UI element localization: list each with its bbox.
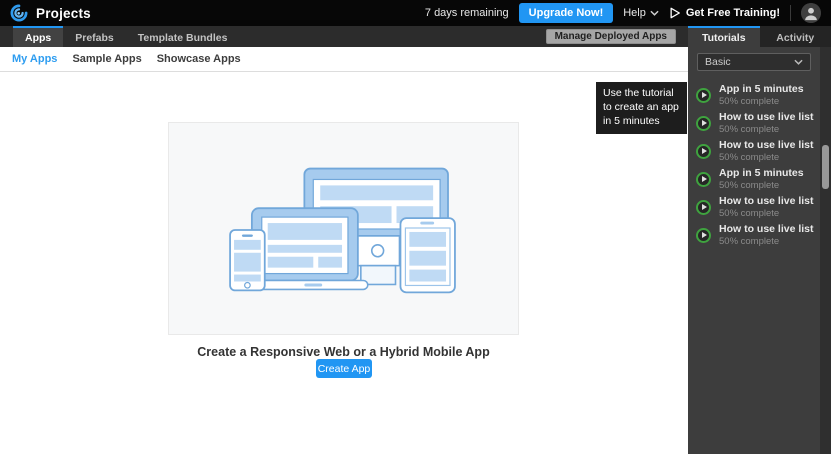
play-icon[interactable] — [696, 116, 711, 131]
topbar-right-group: 7 days remaining Upgrade Now! Help Get F… — [425, 3, 823, 23]
page-title: Projects — [36, 6, 91, 21]
app-screen: Projects 7 days remaining Upgrade Now! H… — [0, 0, 831, 454]
tab-tutorials[interactable]: Tutorials — [688, 26, 760, 47]
subnav-my-apps[interactable]: My Apps — [12, 53, 57, 65]
tutorial-category-value: Basic — [705, 56, 731, 68]
tab-template-bundles[interactable]: Template Bundles — [126, 26, 240, 47]
tutorials-panel: Tutorials Activity Basic App in 5 minute… — [688, 26, 831, 454]
user-avatar[interactable] — [801, 3, 821, 23]
progress-text: 50% complete — [719, 236, 814, 247]
chevron-down-icon — [794, 59, 803, 65]
tutorial-item[interactable]: App in 5 minutes50% complete — [688, 81, 831, 109]
panel-scrollbar[interactable] — [820, 47, 831, 454]
play-icon[interactable] — [696, 228, 711, 243]
help-menu[interactable]: Help — [623, 7, 659, 19]
body-row: Apps Prefabs Template Bundles Manage Dep… — [0, 26, 831, 454]
tutorial-item[interactable]: How to use live list50% complete — [688, 193, 831, 221]
tutorial-item[interactable]: How to use live list50% complete — [688, 109, 831, 137]
topbar-divider — [790, 5, 791, 21]
content-area: Create a Responsive Web or a Hybrid Mobi… — [0, 72, 688, 454]
tutorial-list: App in 5 minutes50% complete How to use … — [688, 77, 831, 249]
app-logo-icon[interactable] — [10, 4, 28, 22]
manage-deployed-apps-button[interactable]: Manage Deployed Apps — [546, 29, 676, 44]
empty-state-card — [168, 122, 519, 335]
main-column: Apps Prefabs Template Bundles Manage Dep… — [0, 26, 688, 454]
progress-text: 50% complete — [719, 208, 814, 219]
subnav-sample-apps[interactable]: Sample Apps — [72, 53, 141, 65]
trial-remaining-text: 7 days remaining — [425, 7, 509, 19]
help-label: Help — [623, 7, 646, 19]
progress-text: 50% complete — [719, 96, 804, 107]
progress-text: 50% complete — [719, 124, 814, 135]
play-icon[interactable] — [696, 200, 711, 215]
subnav-showcase-apps[interactable]: Showcase Apps — [157, 53, 241, 65]
devices-illustration — [169, 123, 518, 334]
top-bar: Projects 7 days remaining Upgrade Now! H… — [0, 0, 831, 26]
tutorial-item[interactable]: How to use live list50% complete — [688, 137, 831, 165]
progress-text: 50% complete — [719, 180, 804, 191]
play-icon[interactable] — [696, 88, 711, 103]
empty-state-caption: Create a Responsive Web or a Hybrid Mobi… — [168, 345, 519, 359]
play-icon[interactable] — [696, 172, 711, 187]
apps-sub-nav: My Apps Sample Apps Showcase Apps — [0, 47, 688, 72]
tab-apps[interactable]: Apps — [13, 26, 63, 47]
tab-activity[interactable]: Activity — [760, 26, 831, 47]
play-icon[interactable] — [696, 144, 711, 159]
chevron-down-icon — [650, 10, 659, 16]
play-outline-icon — [669, 7, 681, 19]
training-label: Get Free Training! — [686, 7, 780, 19]
tab-prefabs[interactable]: Prefabs — [63, 26, 126, 47]
tutorial-category-select[interactable]: Basic — [697, 53, 811, 71]
primary-tab-bar: Apps Prefabs Template Bundles Manage Dep… — [0, 26, 688, 47]
tutorial-item[interactable]: How to use live list50% complete — [688, 221, 831, 249]
progress-text: 50% complete — [719, 152, 814, 163]
scrollbar-thumb[interactable] — [822, 145, 829, 189]
panel-tab-bar: Tutorials Activity — [688, 26, 831, 47]
tutorial-item[interactable]: App in 5 minutes50% complete — [688, 165, 831, 193]
create-app-button[interactable]: Create App — [316, 359, 372, 378]
upgrade-now-button[interactable]: Upgrade Now! — [519, 3, 614, 23]
get-free-training-link[interactable]: Get Free Training! — [669, 7, 780, 19]
tutorial-tooltip: Use the tutorial to create an app in 5 m… — [596, 82, 687, 134]
